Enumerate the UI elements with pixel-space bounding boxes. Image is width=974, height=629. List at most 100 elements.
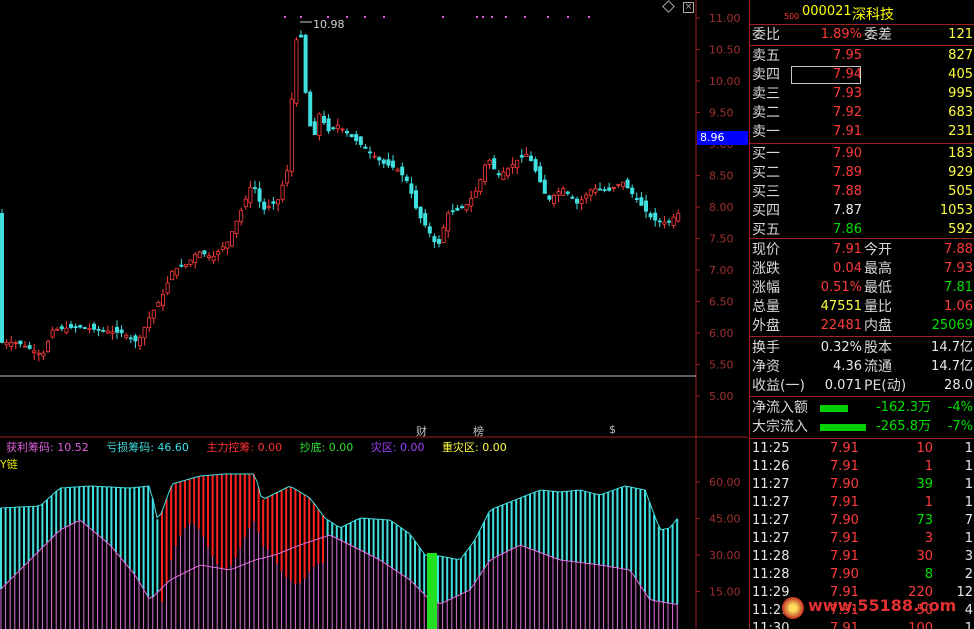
- stat-label: 涨跌: [752, 261, 780, 277]
- candle-body: [542, 179, 547, 194]
- ask-price[interactable]: 7.91: [833, 123, 862, 141]
- candle-body: [441, 227, 446, 243]
- tick-time: 11:28: [752, 567, 790, 582]
- candle-body: [432, 236, 437, 243]
- kline-chart-area[interactable]: 11.0010.5010.009.509.008.508.007.507.006…: [0, 0, 748, 629]
- candle-body: [671, 216, 676, 226]
- price-tick-label: 11.00: [709, 12, 741, 25]
- order-ratio-row: 委比 1.89% 委差 121: [750, 26, 974, 44]
- candle-body: [248, 187, 253, 204]
- ask-row[interactable]: 卖四 7.94 405: [750, 66, 974, 84]
- candle-body: [115, 326, 120, 333]
- bid-price[interactable]: 7.86: [833, 221, 862, 239]
- candle-body: [312, 121, 317, 135]
- price-tick-label: 5.00: [709, 390, 734, 403]
- bid-label: 买二: [752, 165, 780, 181]
- event-marker-rank[interactable]: 榜: [473, 423, 484, 439]
- flow-bar: [820, 405, 848, 412]
- chart-canvas[interactable]: 11.0010.5010.009.509.008.508.007.507.006…: [0, 0, 748, 629]
- candle-body: [308, 91, 313, 127]
- event-marker-finance[interactable]: 财: [416, 423, 427, 439]
- candle-body: [165, 282, 170, 294]
- signal-dot: [364, 16, 366, 18]
- bid-row[interactable]: 买三 7.88 505: [750, 183, 974, 201]
- candle-body: [317, 113, 322, 136]
- bid-price[interactable]: 7.89: [833, 164, 862, 182]
- bid-row[interactable]: 买四 7.87 1053: [750, 202, 974, 220]
- tick-volume: 3: [924, 531, 933, 546]
- tick-row[interactable]: 11:27 7.90 73 7: [750, 512, 974, 530]
- candle-body: [197, 251, 202, 259]
- ask-label: 卖二: [752, 105, 780, 121]
- tick-row[interactable]: 11:27 7.91 3 1: [750, 530, 974, 548]
- bid-row[interactable]: 买一 7.90 183: [750, 145, 974, 163]
- tick-price: 7.91: [830, 459, 859, 474]
- tick-count: 1: [964, 441, 973, 456]
- tick-row[interactable]: 11:27 7.91 1 1: [750, 494, 974, 512]
- candle-body: [0, 212, 4, 343]
- candle-body: [436, 239, 441, 244]
- stat-label: 现价: [752, 242, 780, 258]
- fundamental-value: 4.36: [833, 359, 862, 374]
- tick-row[interactable]: 11:27 7.90 39 1: [750, 476, 974, 494]
- tick-price: 7.91: [830, 621, 859, 629]
- ask-price[interactable]: 7.92: [833, 104, 862, 122]
- candle-body: [358, 136, 363, 145]
- candle-body: [41, 352, 46, 357]
- tick-row[interactable]: 11:28 7.90 8 2: [750, 566, 974, 584]
- tick-count: 1: [964, 477, 973, 492]
- legend-loss-chips: 亏损筹码: 46.60: [106, 441, 189, 454]
- tick-count: 1: [964, 459, 973, 474]
- ask-price[interactable]: 7.95: [833, 47, 862, 65]
- candle-body: [611, 187, 616, 189]
- tick-price: 7.91: [830, 495, 859, 510]
- stock-code[interactable]: 000021: [802, 4, 852, 19]
- candle-body: [418, 206, 423, 219]
- size-tag: 500: [784, 12, 800, 21]
- bid-row[interactable]: 买二 7.89 929: [750, 164, 974, 182]
- candle-body: [4, 342, 9, 346]
- stat-label: 外盘: [752, 318, 780, 334]
- candle-body: [653, 212, 658, 221]
- candle-body: [105, 330, 110, 334]
- tick-row[interactable]: 11:25 7.91 10 1: [750, 440, 974, 458]
- candle-body: [501, 171, 506, 180]
- bid-price[interactable]: 7.90: [833, 145, 862, 163]
- candle-body: [55, 328, 60, 331]
- event-marker-dividend[interactable]: $: [609, 423, 616, 436]
- bid-volume: 929: [948, 165, 973, 180]
- tick-price: 7.91: [830, 441, 859, 456]
- ask-row[interactable]: 卖一 7.91 231: [750, 123, 974, 141]
- candle-body: [321, 115, 326, 124]
- ask-row[interactable]: 卖五 7.95 827: [750, 47, 974, 65]
- candle-body: [464, 204, 469, 211]
- tick-row[interactable]: 11:26 7.91 1 1: [750, 458, 974, 476]
- candle-body: [372, 155, 377, 158]
- bid-row[interactable]: 买五 7.86 592: [750, 221, 974, 239]
- bid-price[interactable]: 7.87: [833, 202, 862, 220]
- candle-body: [326, 118, 331, 132]
- price-tick-label: 10.50: [709, 44, 741, 57]
- ask-price[interactable]: 7.93: [833, 85, 862, 103]
- stock-name[interactable]: 深科技: [852, 4, 894, 24]
- candle-body: [18, 340, 23, 345]
- candle-body: [344, 131, 349, 134]
- ask-row[interactable]: 卖二 7.92 683: [750, 104, 974, 122]
- bid-price[interactable]: 7.88: [833, 183, 862, 201]
- legend-main-control: 主力控筹: 0.00: [206, 441, 283, 454]
- tick-time: 11:25: [752, 441, 790, 456]
- tick-volume: 10: [916, 441, 933, 456]
- tick-row[interactable]: 11:30 7.91 100 1: [750, 620, 974, 629]
- candle-body: [492, 158, 497, 170]
- tick-row[interactable]: 11:28 7.91 30 3: [750, 548, 974, 566]
- candle-body: [298, 34, 303, 38]
- bottom-fishing-bar: [427, 553, 437, 629]
- bid-label: 买一: [752, 146, 780, 162]
- candle-body: [271, 201, 276, 204]
- close-icon[interactable]: ×: [683, 2, 694, 13]
- capital-flow-row: 净流入额 -162.3万 -4%: [750, 399, 974, 417]
- candle-body: [22, 345, 27, 348]
- ask-row[interactable]: 卖三 7.93 995: [750, 85, 974, 103]
- stat-value: 0.51%: [820, 280, 862, 295]
- candle-body: [575, 198, 580, 204]
